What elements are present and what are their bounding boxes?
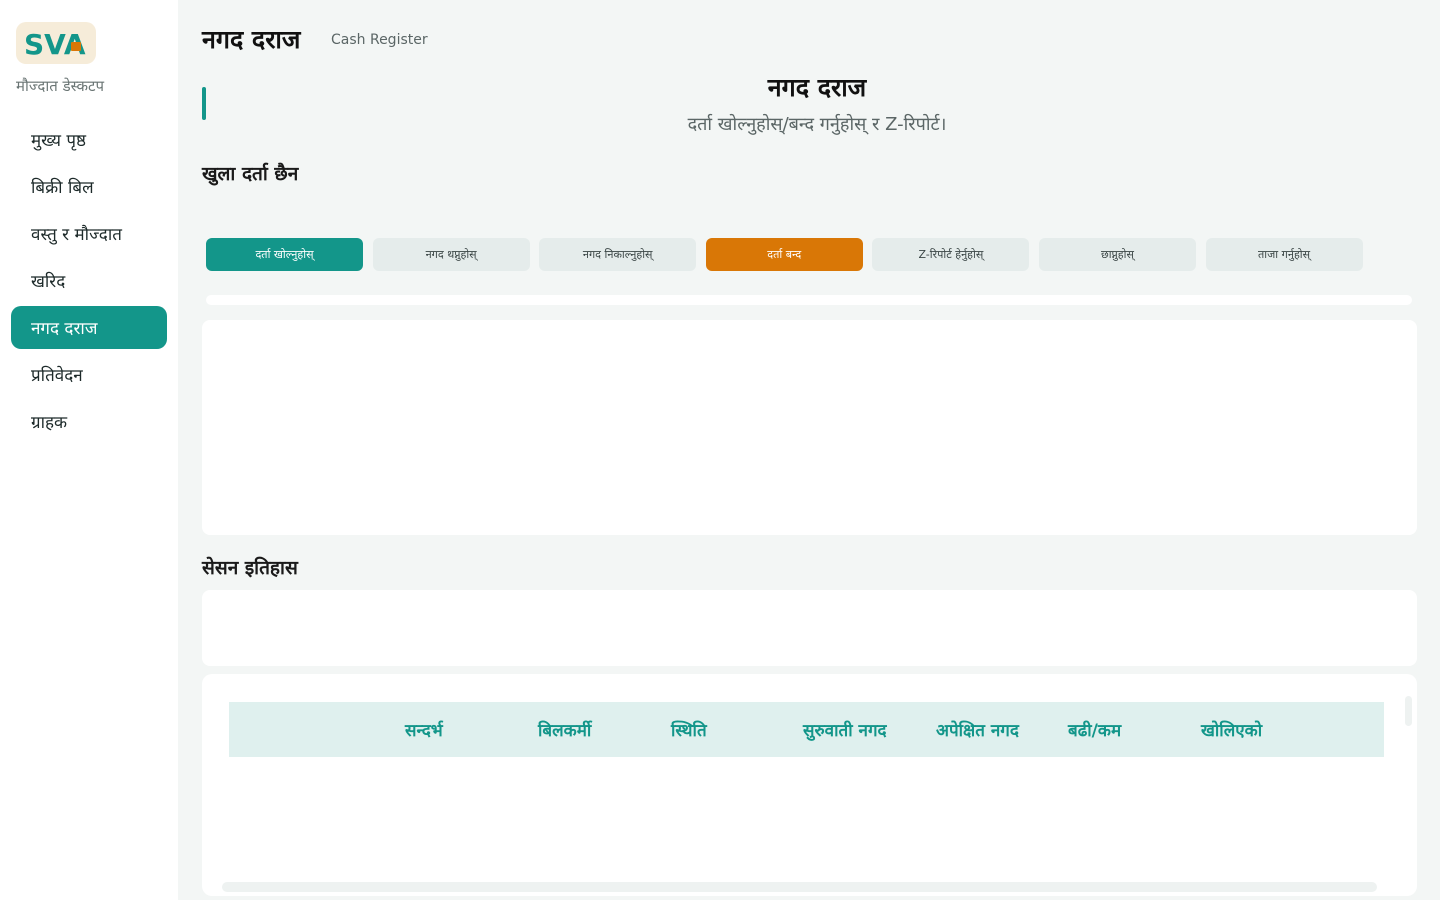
sidebar-item-purchase[interactable]: खरिद	[11, 259, 167, 302]
register-status: खुला दर्ता छैन	[202, 163, 299, 185]
column-header-opening-cash[interactable]: सुरुवाती नगद	[803, 702, 887, 757]
close-register-button[interactable]: दर्ता बन्द	[705, 238, 863, 271]
section-title-history: सेसन इतिहास	[202, 557, 298, 579]
sidebar-item-label: खरिद	[31, 272, 66, 292]
sidebar-item-label: मुख्य पृष्ठ	[31, 131, 87, 151]
sidebar-item-sales-bill[interactable]: बिक्री बिल	[11, 165, 167, 208]
sidebar-item-reports[interactable]: प्रतिवेदन	[11, 353, 167, 396]
app-name: मौज्दात डेस्कटप	[16, 77, 105, 95]
column-header-over-short[interactable]: बढी/कम	[1068, 702, 1121, 757]
withdraw-cash-button[interactable]: नगद निकाल्नुहोस्	[539, 238, 697, 271]
sidebar-item-items-stock[interactable]: वस्तु र मौज्दात	[11, 212, 167, 255]
hero-title: नगद दराज	[767, 73, 867, 102]
z-report-button[interactable]: Z-रिपोर्ट हेर्नुहोस्	[872, 238, 1030, 271]
history-filter-panel	[202, 590, 1417, 666]
sva-logo-icon: SVA	[24, 28, 86, 60]
column-header-expected-cash[interactable]: अपेक्षित नगद	[936, 702, 1019, 757]
sidebar-item-customers[interactable]: ग्राहक	[11, 400, 167, 443]
table-header: सन्दर्भ बिलकर्मी स्थिति सुरुवाती नगद अपे…	[229, 702, 1384, 757]
brand-logo[interactable]: SVA	[16, 22, 96, 64]
page-title: नगद दराज	[202, 25, 301, 54]
column-header-status[interactable]: स्थिति	[671, 702, 707, 757]
vertical-scrollbar[interactable]	[1405, 696, 1412, 726]
sidebar-item-label: नगद दराज	[31, 319, 98, 339]
add-cash-button[interactable]: नगद थप्नुहोस्	[372, 238, 530, 271]
action-toolbar: दर्ता खोल्नुहोस् नगद थप्नुहोस् नगद निकाल…	[206, 238, 1372, 271]
column-header-opened[interactable]: खोलिएको	[1201, 702, 1262, 757]
sidebar-item-label: ग्राहक	[31, 413, 68, 433]
refresh-button[interactable]: ताजा गर्नुहोस्	[1205, 238, 1363, 271]
print-button[interactable]: छाप्नुहोस्	[1038, 238, 1196, 271]
sidebar-item-label: वस्तु र मौज्दात	[31, 225, 122, 245]
open-register-button[interactable]: दर्ता खोल्नुहोस्	[206, 238, 363, 271]
register-details-panel	[202, 320, 1417, 535]
sidebar: SVA मौज्दात डेस्कटप मुख्य पृष्ठ बिक्री ब…	[0, 0, 178, 900]
column-header-reference[interactable]: सन्दर्भ	[405, 702, 443, 757]
main-content: नगद दराज Cash Register नगद दराज दर्ता खो…	[178, 0, 1440, 900]
page-subtitle: Cash Register	[331, 32, 428, 48]
sidebar-item-label: बिक्री बिल	[31, 178, 94, 198]
horizontal-scrollbar[interactable]	[222, 882, 1377, 892]
history-table-card: सन्दर्भ बिलकर्मी स्थिति सुरुवाती नगद अपे…	[202, 674, 1417, 896]
hero-subtitle: दर्ता खोल्नुहोस्/बन्द गर्नुहोस् र Z-रिपो…	[687, 114, 947, 135]
sidebar-item-label: प्रतिवेदन	[31, 366, 83, 386]
sidebar-nav: मुख्य पृष्ठ बिक्री बिल वस्तु र मौज्दात ख…	[11, 118, 167, 447]
sidebar-item-home[interactable]: मुख्य पृष्ठ	[11, 118, 167, 161]
progress-track	[206, 295, 1412, 305]
sidebar-item-cash-drawer[interactable]: नगद दराज	[11, 306, 167, 349]
column-header-cashier[interactable]: बिलकर्मी	[538, 702, 591, 757]
